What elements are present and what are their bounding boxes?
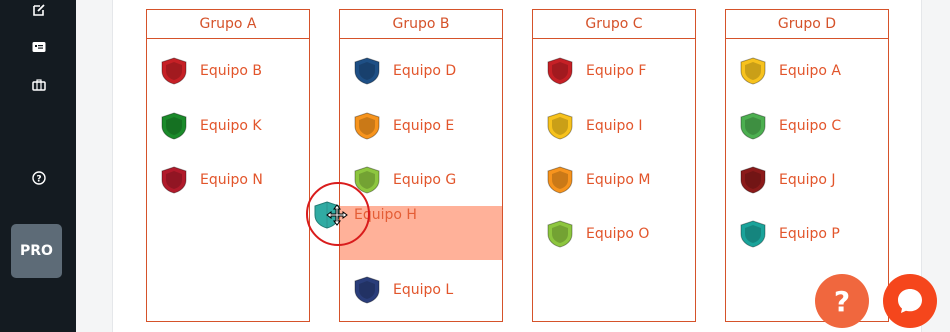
team-name: Equipo O — [586, 226, 650, 242]
team-item[interactable]: Equipo I — [547, 111, 643, 141]
edit-icon[interactable] — [30, 1, 48, 19]
briefcase-icon[interactable] — [30, 76, 48, 94]
pro-button[interactable]: PRO — [11, 224, 62, 278]
group-c[interactable]: Grupo C Equipo F Equipo I Equipo M Equipo O — [532, 9, 696, 322]
team-item[interactable]: Equipo K — [161, 111, 262, 141]
svg-text:?: ? — [36, 174, 41, 184]
group-title: Grupo D — [726, 10, 888, 39]
shield-icon — [547, 112, 573, 140]
team-name: Equipo L — [393, 282, 454, 298]
shield-icon — [547, 220, 573, 248]
team-name: Equipo E — [393, 118, 455, 134]
group-b[interactable]: Grupo B Equipo D Equipo E Equipo G Equipo L — [339, 9, 503, 322]
shield-icon — [161, 166, 187, 194]
team-item[interactable]: Equipo G — [354, 165, 456, 195]
team-name: Equipo F — [586, 63, 647, 79]
help-circle-icon[interactable]: ? — [30, 169, 48, 187]
team-item[interactable]: Equipo B — [161, 56, 262, 86]
group-title: Grupo B — [340, 10, 502, 39]
shield-icon — [354, 57, 380, 85]
team-item[interactable]: Equipo N — [161, 165, 263, 195]
team-name: Equipo I — [586, 118, 643, 134]
shield-icon — [161, 112, 187, 140]
team-item[interactable]: Equipo A — [740, 56, 841, 86]
chat-button[interactable] — [883, 274, 937, 328]
team-name: Equipo B — [200, 63, 263, 79]
team-name: Equipo J — [779, 172, 836, 188]
sidebar: ? PRO — [0, 0, 76, 332]
help-button[interactable]: ? — [815, 274, 869, 328]
group-title: Grupo C — [533, 10, 695, 39]
group-d[interactable]: Grupo D Equipo A Equipo C Equipo J Equipo P — [725, 9, 889, 322]
team-item[interactable]: Equipo J — [740, 165, 836, 195]
team-item[interactable]: Equipo C — [740, 111, 841, 141]
team-name: Equipo D — [393, 63, 457, 79]
team-name: Equipo N — [200, 172, 263, 188]
team-item[interactable]: Equipo O — [547, 219, 649, 249]
id-card-icon[interactable] — [30, 38, 48, 56]
team-name: Equipo C — [779, 118, 842, 134]
group-a[interactable]: Grupo A Equipo B Equipo K Equipo N — [146, 9, 310, 322]
team-item[interactable]: Equipo L — [354, 275, 453, 305]
team-name: Equipo P — [779, 226, 840, 242]
team-name: Equipo M — [586, 172, 651, 188]
shield-icon — [161, 57, 187, 85]
team-name: Equipo K — [200, 118, 262, 134]
chat-bubble-icon — [898, 289, 922, 313]
team-name: Equipo G — [393, 172, 457, 188]
shield-icon — [354, 112, 380, 140]
shield-icon — [354, 276, 380, 304]
team-name: Equipo A — [779, 63, 841, 79]
team-item[interactable]: Equipo M — [547, 165, 650, 195]
move-cursor-icon — [326, 204, 348, 226]
team-item[interactable]: Equipo D — [354, 56, 456, 86]
shield-icon — [740, 220, 766, 248]
team-item[interactable]: Equipo F — [547, 56, 646, 86]
shield-icon — [740, 166, 766, 194]
group-title: Grupo A — [147, 10, 309, 39]
team-item[interactable]: Equipo E — [354, 111, 454, 141]
shield-icon — [740, 57, 766, 85]
shield-icon — [740, 112, 766, 140]
shield-icon — [547, 166, 573, 194]
team-item[interactable]: Equipo P — [740, 219, 840, 249]
shield-icon — [547, 57, 573, 85]
